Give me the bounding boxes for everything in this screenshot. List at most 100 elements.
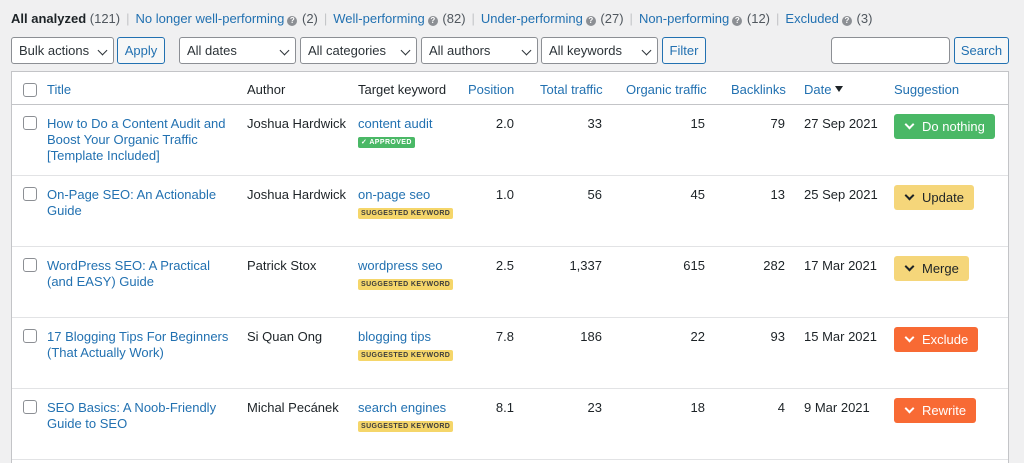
post-author: Michal Pecánek <box>247 400 339 415</box>
column-header-position[interactable]: Position <box>468 82 514 98</box>
status-tab-label[interactable]: Non-performing <box>639 11 729 26</box>
row-checkbox[interactable] <box>23 400 37 414</box>
post-title-link[interactable]: WordPress SEO: A Practical (and EASY) Gu… <box>47 258 237 290</box>
authors-label: All authors <box>429 43 491 58</box>
categories-select[interactable]: All categories <box>300 37 417 64</box>
target-keyword: wordpress seo SUGGESTED KEYWORD <box>358 258 478 290</box>
post-title-link[interactable]: SEO Basics: A Noob-Friendly Guide to SEO <box>47 400 237 432</box>
chevron-down-icon <box>641 45 652 56</box>
status-tab-label[interactable]: No longer well-performing <box>136 11 285 26</box>
search-input[interactable] <box>831 37 950 64</box>
status-tab-count: (3) <box>856 11 873 26</box>
status-tab[interactable]: Excluded? (3) <box>785 11 872 27</box>
column-header-date-label: Date <box>804 82 832 97</box>
keyword-link[interactable]: search engines <box>358 400 478 416</box>
organic-traffic-value: 615 <box>683 258 705 273</box>
post-title-link[interactable]: How to Do a Content Audit and Boost Your… <box>47 116 237 164</box>
organic-traffic-value: 45 <box>690 187 705 202</box>
chevron-down-icon <box>400 45 411 56</box>
help-icon[interactable]: ? <box>585 16 596 26</box>
suggestion-button[interactable]: Do nothing <box>894 114 995 139</box>
row-checkbox[interactable] <box>23 329 37 343</box>
help-icon[interactable]: ? <box>841 16 852 26</box>
chevron-down-icon <box>521 45 532 56</box>
row-checkbox[interactable] <box>23 258 37 272</box>
column-header-target-keyword: Target keyword <box>358 82 447 97</box>
keywords-select[interactable]: All keywords <box>541 37 658 64</box>
select-all-checkbox[interactable] <box>23 83 37 97</box>
row-checkbox[interactable] <box>23 187 37 201</box>
apply-button[interactable]: Apply <box>117 37 165 64</box>
help-icon[interactable]: ? <box>732 16 743 26</box>
chevron-down-icon <box>904 403 915 414</box>
column-header-organic-traffic[interactable]: Organic traffic <box>626 82 707 98</box>
column-header-backlinks[interactable]: Backlinks <box>731 82 786 98</box>
help-icon[interactable]: ? <box>287 16 298 26</box>
dates-select[interactable]: All dates <box>179 37 296 64</box>
table-row: 17 Blogging Tips For Beginners (That Act… <box>12 318 1008 389</box>
suggestion-button[interactable]: Rewrite <box>894 398 977 423</box>
tab-separator: | <box>323 11 328 26</box>
tab-separator: | <box>629 11 633 26</box>
column-header-date[interactable]: Date <box>804 82 844 98</box>
status-tab-label[interactable]: Under-performing <box>481 11 583 26</box>
status-tab[interactable]: No longer well-performing? (2) <box>136 11 318 27</box>
post-title-link[interactable]: On-Page SEO: An Actionable Guide <box>47 187 237 219</box>
status-tab[interactable]: All analyzed (121) <box>11 11 120 27</box>
status-tab[interactable]: Non-performing? (12) <box>639 11 770 27</box>
suggestion-button[interactable]: Merge <box>894 256 969 281</box>
column-header-suggestion[interactable]: Suggestion <box>894 82 959 98</box>
column-header-total-traffic[interactable]: Total traffic <box>540 82 603 98</box>
table-row: WordPress SEO: A Practical (and EASY) Gu… <box>12 247 1008 318</box>
post-date: 27 Sep 2021 <box>804 116 878 131</box>
organic-traffic-value: 18 <box>690 400 705 415</box>
keywords-label: All keywords <box>549 43 622 58</box>
sort-desc-icon <box>835 86 844 92</box>
chevron-down-icon <box>904 261 915 272</box>
total-traffic-value: 23 <box>587 400 602 415</box>
bulk-actions-select[interactable]: Bulk actions <box>11 37 114 64</box>
backlinks-value: 93 <box>770 329 785 344</box>
keyword-link[interactable]: content audit <box>358 116 478 132</box>
total-traffic-value: 186 <box>580 329 602 344</box>
tab-separator: | <box>776 11 780 26</box>
backlinks-value: 282 <box>763 258 785 273</box>
status-tab[interactable]: Well-performing? (82) <box>333 11 466 27</box>
keyword-status-badge: SUGGESTED KEYWORD <box>358 421 454 432</box>
position-value: 2.0 <box>495 116 514 131</box>
categories-label: All categories <box>308 43 387 58</box>
row-checkbox[interactable] <box>23 116 37 130</box>
status-tab-count: (2) <box>301 11 318 26</box>
suggestion-button[interactable]: Update <box>894 185 974 210</box>
keyword-status-badge: SUGGESTED KEYWORD <box>358 208 454 219</box>
status-tab-label[interactable]: All analyzed <box>11 11 86 26</box>
keyword-link[interactable]: wordpress seo <box>358 258 478 274</box>
content-audit-table: Title Author Target keyword Position Tot… <box>11 71 1009 463</box>
suggestion-label: Exclude <box>922 332 969 347</box>
post-date: 17 Mar 2021 <box>804 258 877 273</box>
post-date: 9 Mar 2021 <box>804 400 870 415</box>
organic-traffic-value: 15 <box>690 116 705 131</box>
dates-label: All dates <box>187 43 237 58</box>
chevron-down-icon <box>279 45 290 56</box>
chevron-down-icon <box>904 119 915 130</box>
keyword-status-badge: SUGGESTED KEYWORD <box>358 279 454 290</box>
total-traffic-value: 56 <box>587 187 602 202</box>
column-header-title[interactable]: Title <box>47 82 71 98</box>
target-keyword: blogging tips SUGGESTED KEYWORD <box>358 329 478 361</box>
status-tab-label[interactable]: Excluded <box>785 11 838 26</box>
keyword-link[interactable]: on-page seo <box>358 187 478 203</box>
backlinks-value: 13 <box>770 187 785 202</box>
status-tab-label[interactable]: Well-performing <box>333 11 425 26</box>
search-button[interactable]: Search <box>954 37 1009 64</box>
post-title-link[interactable]: 17 Blogging Tips For Beginners (That Act… <box>47 329 237 361</box>
filter-button[interactable]: Filter <box>662 37 706 64</box>
suggestion-button[interactable]: Exclude <box>894 327 979 352</box>
post-author: Si Quan Ong <box>247 329 323 344</box>
keyword-link[interactable]: blogging tips <box>358 329 478 345</box>
status-tab[interactable]: Under-performing? (27) <box>481 11 624 27</box>
tab-separator: | <box>126 11 130 26</box>
authors-select[interactable]: All authors <box>421 37 538 64</box>
post-author: Joshua Hardwick <box>247 187 346 202</box>
help-icon[interactable]: ? <box>427 16 438 26</box>
